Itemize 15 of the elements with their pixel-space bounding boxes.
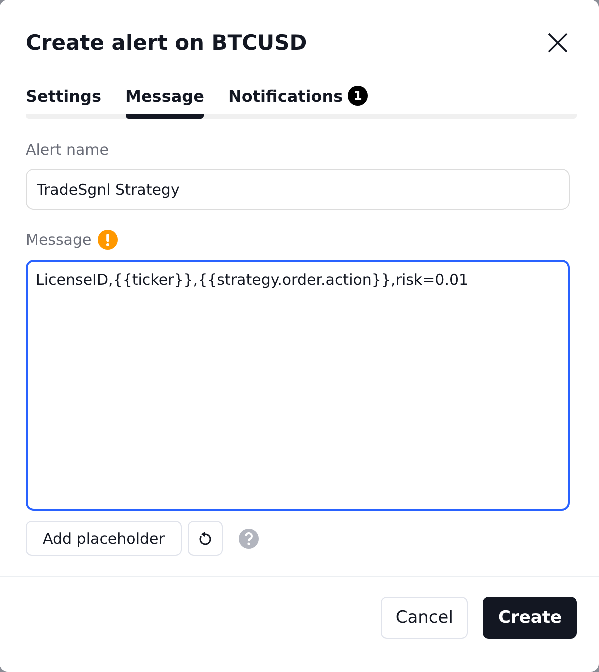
tab[interactable]: Settings: [26, 80, 102, 119]
dialog-title: Create alert on BTCUSD: [26, 31, 308, 55]
field-label: Alert name: [26, 141, 110, 159]
close-icon[interactable]: [547, 32, 569, 54]
circular-arrow-icon: [198, 530, 212, 546]
count-badge: 1: [348, 86, 368, 106]
reset-button[interactable]: [188, 521, 223, 556]
field-label: Message: [26, 231, 92, 249]
create-button[interactable]: Create: [483, 597, 577, 639]
alert-name-field[interactable]: TradeSgnl Strategy: [26, 169, 570, 210]
cancel-button[interactable]: Cancel: [380, 597, 468, 639]
message-field[interactable]: LicenseID,{{ticker}},{{strategy.order.action}},risk=0.01: [26, 260, 570, 511]
tab[interactable]: Notifications 1: [228, 80, 368, 119]
add-placeholder-button[interactable]: Add placeholder: [26, 521, 182, 556]
tab[interactable]: Message: [126, 80, 204, 119]
